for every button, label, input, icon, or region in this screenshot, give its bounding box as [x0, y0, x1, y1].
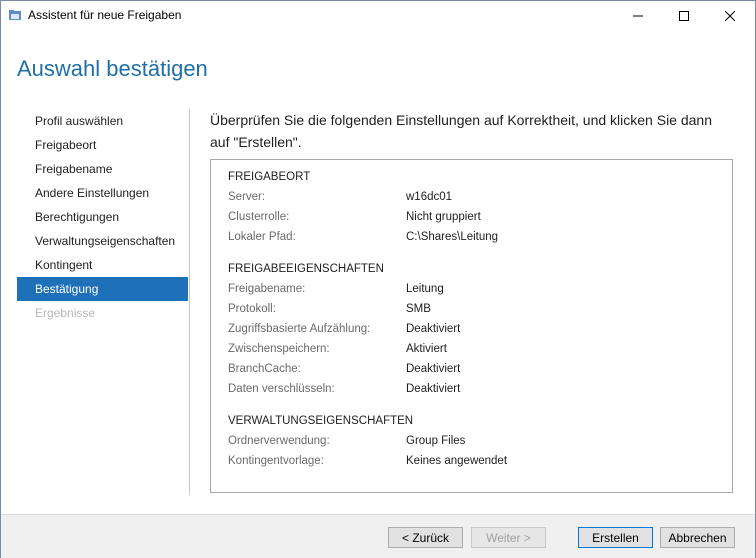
nav-item-kontingent[interactable]: Kontingent — [17, 253, 188, 277]
row-value: Keines angewendet — [406, 455, 508, 467]
cancel-button[interactable]: Abbrechen — [660, 527, 735, 548]
section-title-verwaltungseigenschaften: VERWALTUNGSEIGENSCHAFTEN — [228, 415, 414, 427]
row-value: Nicht gruppiert — [406, 211, 481, 223]
row-value: Aktiviert — [406, 343, 447, 355]
row-label: Protokoll: — [228, 303, 276, 315]
title-bar[interactable]: Assistent für neue Freigaben — [1, 1, 755, 30]
section-title-freigabeort: FREIGABEORT — [228, 171, 311, 183]
summary-panel: FREIGABEORT Server: w16dc01 Clusterrolle… — [210, 159, 733, 493]
share-folder-icon — [9, 10, 21, 20]
nav-item-profil[interactable]: Profil auswählen — [17, 109, 188, 133]
wizard-window: Assistent für neue Freigaben Auswahl bes… — [0, 0, 756, 558]
nav-divider — [189, 109, 190, 495]
minimize-button[interactable] — [615, 1, 661, 30]
nav-item-ergebnisse: Ergebnisse — [35, 306, 96, 320]
section-title-freigabeeigenschaften: FREIGABEEIGENSCHAFTEN — [228, 263, 384, 275]
row-label: Clusterrolle: — [228, 211, 290, 223]
back-button[interactable]: < Zurück — [388, 527, 463, 548]
row-value: C:\Shares\Leitung — [406, 231, 499, 243]
create-button[interactable]: Erstellen — [578, 527, 653, 548]
nav-item-freigabename[interactable]: Freigabename — [17, 157, 188, 181]
row-label: Daten verschlüsseln: — [228, 383, 335, 395]
row-label: Freigabename: — [228, 283, 306, 295]
next-button: Weiter > — [471, 527, 546, 548]
footer-bar: < Zurück Weiter > Erstellen Abbrechen — [1, 514, 755, 558]
intro-text: Überprüfen Sie die folgenden Einstellung… — [210, 112, 712, 150]
row-label: BranchCache: — [228, 363, 301, 375]
window-title: Assistent für neue Freigaben — [28, 8, 182, 22]
row-value: Deaktiviert — [406, 383, 461, 395]
wizard-nav: Profil auswählen Freigabeort Freigabenam… — [17, 109, 188, 325]
row-label: Kontingentvorlage: — [228, 455, 324, 467]
row-value: Group Files — [406, 435, 466, 447]
row-label: Zwischenspeichern: — [228, 343, 330, 355]
row-value: Deaktiviert — [406, 323, 461, 335]
nav-item-andere-einstellungen[interactable]: Andere Einstellungen — [17, 181, 188, 205]
row-value: SMB — [406, 303, 431, 315]
row-value: w16dc01 — [406, 191, 453, 203]
nav-item-bestaetigung[interactable]: Bestätigung — [17, 277, 188, 301]
close-icon — [725, 10, 735, 21]
page-title: Auswahl bestätigen — [17, 56, 208, 81]
maximize-icon — [679, 10, 689, 21]
close-button[interactable] — [707, 1, 753, 30]
minimize-icon — [633, 15, 643, 16]
row-label: Lokaler Pfad: — [228, 231, 296, 243]
row-label: Zugriffsbasierte Aufzählung: — [228, 323, 371, 335]
nav-item-berechtigungen[interactable]: Berechtigungen — [17, 205, 188, 229]
row-value: Deaktiviert — [406, 363, 461, 375]
maximize-button[interactable] — [661, 1, 707, 30]
nav-item-verwaltungseigenschaften[interactable]: Verwaltungseigenschaften — [17, 229, 188, 253]
row-label: Ordnerverwendung: — [228, 435, 330, 447]
row-label: Server: — [228, 191, 266, 203]
nav-item-freigabeort[interactable]: Freigabeort — [17, 133, 188, 157]
row-value: Leitung — [406, 283, 444, 295]
